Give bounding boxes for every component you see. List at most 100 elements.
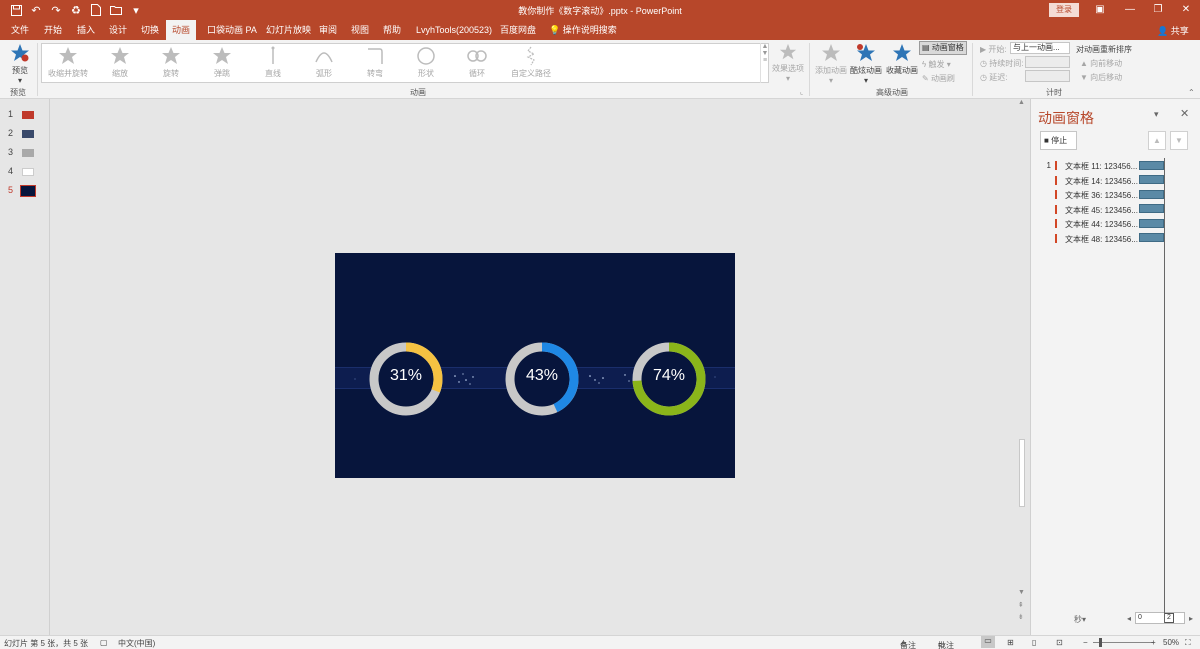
add-animation-button[interactable]: 添加动画 ▾ — [811, 43, 851, 85]
gallery-item-line[interactable]: 直线 — [249, 44, 297, 82]
effect-marker-icon — [1055, 161, 1057, 170]
slide-thumbnail[interactable]: 2 — [8, 128, 44, 140]
canvas-vertical-scrollbar[interactable]: ▲ ▼ ⇞ ⇟ — [1016, 99, 1028, 635]
trigger-label: 触发 — [928, 60, 945, 69]
tab-review[interactable]: 审阅 — [313, 20, 343, 40]
ring-percent-label: 31% — [389, 367, 423, 384]
spellcheck-icon[interactable]: ▢ — [100, 638, 108, 647]
duration-label: ◷ 持续时间: — [980, 59, 1024, 68]
gallery-item-shrink-spin[interactable]: 收缩并旋转 — [44, 44, 92, 82]
timing-bar[interactable] — [1139, 233, 1164, 242]
slide-thumbnail-current[interactable]: 5 — [8, 185, 44, 197]
close-icon[interactable]: ✕ — [1178, 2, 1194, 18]
effect-options-button[interactable]: 效果选项 ▾ — [768, 43, 808, 83]
reading-view-icon[interactable]: ▯ — [1032, 638, 1036, 647]
zoom-in-icon[interactable]: + — [1151, 638, 1156, 647]
shape-path-icon — [417, 47, 435, 65]
tab-pocket-animation[interactable]: 口袋动画 PA — [201, 20, 263, 40]
painter-icon: ✎ — [922, 74, 929, 83]
slide-thumbnail[interactable]: 4 — [8, 166, 44, 178]
gallery-item-rotate[interactable]: 旋转 — [147, 44, 195, 82]
slide-thumbnail[interactable]: 3 — [8, 147, 44, 159]
close-pane-icon[interactable]: ✕ — [1180, 107, 1189, 120]
slide-preview — [20, 185, 36, 197]
gallery-item-arc[interactable]: 弧形 — [300, 44, 348, 82]
tab-lvyhtools[interactable]: LvyhTools(200523) — [410, 20, 498, 40]
stop-button[interactable]: ■ 停止 — [1040, 131, 1077, 150]
move-down-button[interactable]: ▼ — [1170, 131, 1188, 150]
timing-bar[interactable] — [1139, 204, 1164, 213]
slide[interactable]: 31% 43% 74% — [335, 253, 735, 478]
gallery-item-turn[interactable]: 转弯 — [351, 44, 399, 82]
delay-input[interactable] — [1025, 70, 1070, 82]
zoom-slider-thumb[interactable] — [1099, 638, 1102, 647]
fit-to-window-icon[interactable]: ⛶ — [1185, 638, 1191, 648]
play-icon: ▶ — [980, 45, 987, 54]
tab-animations[interactable]: 动画 — [166, 20, 197, 40]
cool-animation-button[interactable]: 酷炫动画 ▾ — [846, 43, 886, 85]
tab-baidu-netdisk[interactable]: 百度网盘 — [494, 20, 542, 40]
timing-bar[interactable] — [1139, 190, 1164, 199]
login-button[interactable]: 登录 — [1049, 3, 1079, 17]
timeline-ruler[interactable]: 0 2 — [1135, 612, 1185, 624]
dialog-launcher-icon[interactable]: ⌞ — [800, 88, 803, 96]
timing-bar[interactable] — [1139, 175, 1164, 184]
restore-icon[interactable]: ❐ — [1150, 2, 1166, 18]
pane-options-icon[interactable]: ▾ — [1154, 109, 1159, 120]
scroll-up-icon[interactable]: ▲ — [1018, 99, 1025, 106]
move-up-button[interactable]: ▲ — [1148, 131, 1166, 150]
timeline-left-icon[interactable]: ◂ — [1127, 614, 1131, 623]
tab-file[interactable]: 文件 — [5, 20, 35, 40]
start-select[interactable]: 与上一动画... — [1010, 42, 1070, 54]
gallery-item-bounce[interactable]: 弹跳 — [198, 44, 246, 82]
move-earlier-button[interactable]: ▲ 向前移动 — [1080, 58, 1122, 69]
animation-pane-title: 动画窗格 — [1038, 110, 1094, 126]
tab-transitions[interactable]: 切换 — [135, 20, 165, 40]
tab-home[interactable]: 开始 — [38, 20, 68, 40]
tell-me-search[interactable]: 💡 操作说明搜索 — [543, 20, 623, 40]
animation-painter-button[interactable]: ✎ 动画刷 — [922, 73, 955, 84]
scrollbar-thumb[interactable] — [1019, 439, 1025, 507]
next-slide-icon[interactable]: ⇟ — [1018, 613, 1024, 621]
zoom-out-icon[interactable]: − — [1083, 638, 1088, 647]
share-button[interactable]: 👤 共享 — [1157, 24, 1189, 37]
animation-pane-button[interactable]: ▤ 动画窗格 — [919, 41, 967, 55]
zoom-slider[interactable] — [1093, 642, 1153, 643]
zoom-level[interactable]: 50% — [1163, 638, 1179, 647]
timing-bar[interactable] — [1139, 161, 1164, 170]
animation-pane-label: 动画窗格 — [931, 43, 964, 52]
timing-bar[interactable] — [1139, 219, 1164, 228]
trigger-button[interactable]: ϟ 触发 ▾ — [922, 59, 951, 70]
tab-design[interactable]: 设计 — [103, 20, 133, 40]
slideshow-icon[interactable]: ⊡ — [1056, 638, 1063, 647]
minimize-icon[interactable]: — — [1122, 2, 1138, 18]
effect-marker-icon — [1055, 233, 1057, 243]
duration-input[interactable] — [1025, 56, 1070, 68]
language[interactable]: 中文(中国) — [118, 638, 155, 649]
slide-thumbnail-pane: 1 2 3 4 5 — [0, 99, 50, 635]
timeline-right-icon[interactable]: ▸ — [1189, 614, 1193, 623]
gallery-item-custom-path[interactable]: 自定义路径 — [504, 44, 558, 82]
move-later-button[interactable]: ▼ 向后移动 — [1080, 72, 1122, 83]
tab-insert[interactable]: 插入 — [71, 20, 101, 40]
normal-view-icon[interactable]: ▭ — [981, 636, 995, 648]
gallery-item-zoom[interactable]: 缩放 — [96, 44, 144, 82]
tab-help[interactable]: 帮助 — [377, 20, 407, 40]
slide-thumbnail[interactable]: 1 — [8, 109, 44, 121]
tab-slideshow[interactable]: 幻灯片放映 — [260, 20, 317, 40]
tell-me-label: 操作说明搜索 — [562, 25, 617, 35]
gallery-item-shape[interactable]: 形状 — [402, 44, 450, 82]
previous-slide-icon[interactable]: ⇞ — [1018, 601, 1024, 609]
ribbon-tab-bar: 文件 开始 插入 设计 切换 动画 口袋动画 PA 幻灯片放映 审阅 视图 帮助… — [0, 20, 1200, 40]
scroll-down-icon[interactable]: ▼ — [1018, 589, 1025, 596]
progress-ring-43: 43% — [504, 341, 580, 417]
collapse-ribbon-icon[interactable]: ⌃ — [1188, 88, 1195, 97]
seconds-menu-icon[interactable]: 秒▾ — [1074, 614, 1086, 625]
slide-sorter-icon[interactable]: ⊞ — [1007, 638, 1014, 647]
favorite-animation-button[interactable]: 收藏动画 — [882, 43, 922, 76]
gallery-item-loop[interactable]: 循环 — [453, 44, 501, 82]
tab-view[interactable]: 视图 — [345, 20, 375, 40]
preview-button[interactable]: 预览 ▾ — [0, 43, 40, 85]
start-label: ▶ 开始: — [980, 45, 1007, 54]
ribbon-display-options-icon[interactable]: ▣ — [1092, 2, 1108, 18]
